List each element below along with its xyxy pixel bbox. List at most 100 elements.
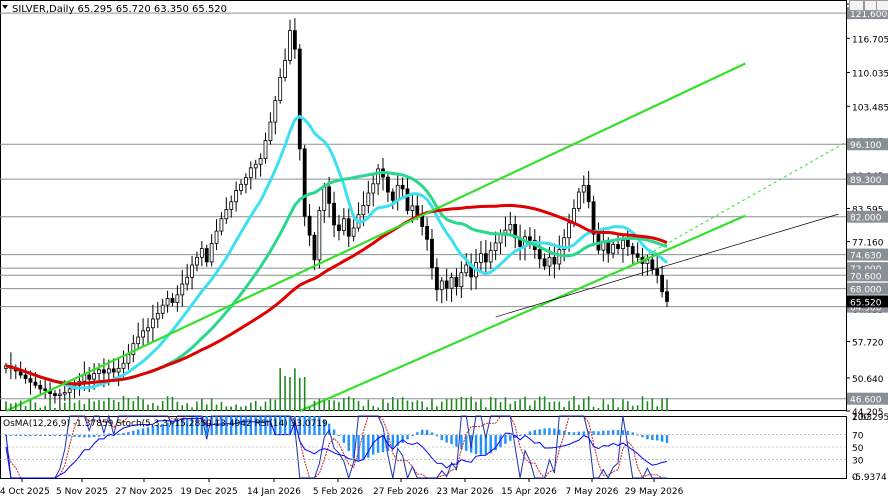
volume-bar <box>171 396 174 411</box>
volume-bar <box>416 400 419 411</box>
x-tick-label: 15 Apr 2026 <box>501 487 557 497</box>
volume-bar <box>548 401 551 411</box>
candle-body <box>28 378 33 383</box>
candle-body <box>366 192 371 206</box>
candle-body <box>332 202 336 226</box>
volume-bar <box>568 400 570 411</box>
x-tick-label: 27 Nov 2025 <box>115 487 173 497</box>
volume-bar <box>152 402 154 411</box>
candle-body <box>234 190 239 203</box>
chart-window: 123.375116.705110.035103.48596.81590.145… <box>0 0 888 498</box>
osma-bar <box>34 435 37 437</box>
candle-body <box>606 240 611 254</box>
osma-bar <box>102 435 106 437</box>
volume-bar <box>191 407 193 411</box>
candle-body <box>528 236 532 241</box>
volume-bar <box>245 405 247 411</box>
volume-bar <box>318 398 321 411</box>
x-tick-label: 14 Jan 2026 <box>247 487 301 497</box>
osma-bar <box>14 435 17 437</box>
volume-bar <box>137 396 139 411</box>
volume-bar <box>201 398 203 411</box>
osma-bar <box>88 435 91 438</box>
candle-body <box>209 243 214 263</box>
volume-bar <box>83 404 86 411</box>
osma-bar <box>9 435 13 437</box>
volume-bar <box>24 406 27 411</box>
volume-bar <box>284 375 286 411</box>
channel-line <box>299 214 746 413</box>
candle-body <box>106 368 111 374</box>
osma-bar <box>39 435 42 437</box>
price-level-label: 121.600 <box>850 10 887 20</box>
candle-body <box>87 374 92 380</box>
osma-bar <box>445 435 448 443</box>
volume-bar <box>10 403 12 411</box>
volume-bar <box>401 397 404 411</box>
volume-bar <box>573 396 575 411</box>
minimize-button[interactable] <box>849 0 864 11</box>
osma-bar <box>141 428 145 436</box>
osma-bar <box>425 429 429 436</box>
candle-body <box>508 224 513 231</box>
volume-bar <box>396 399 399 411</box>
price-level-label: 96.100 <box>850 141 882 151</box>
osma-bar <box>92 435 96 438</box>
candle-body <box>160 304 165 314</box>
candle-body <box>116 367 121 373</box>
candle-body <box>395 184 400 201</box>
volume-bar <box>122 396 125 411</box>
volume-bar <box>196 401 198 411</box>
volume-bar <box>445 399 448 411</box>
volume-bar <box>230 406 233 411</box>
volume-bar <box>250 402 252 411</box>
candle-body <box>479 253 483 263</box>
y-tick-label: 50.640 <box>852 375 884 385</box>
price-level-label: 89.300 <box>850 176 882 186</box>
osma-bar <box>53 435 57 437</box>
volume-bar <box>117 401 120 411</box>
candle-body <box>224 209 229 220</box>
candle-body <box>165 298 170 306</box>
close-button[interactable] <box>876 0 888 11</box>
candle-body <box>146 327 150 332</box>
volume-bar <box>411 401 414 411</box>
volume-bar <box>666 398 668 411</box>
osma-bar <box>543 428 546 436</box>
candle-body <box>542 258 547 267</box>
volume-bar <box>514 401 517 411</box>
volume-bar <box>210 398 213 411</box>
volume-bar <box>34 402 37 411</box>
indicator-y-tick-label: 50 <box>852 444 864 454</box>
osma-bar <box>367 435 370 458</box>
candle-body <box>376 168 381 185</box>
candle-body <box>410 205 415 211</box>
volume-bar <box>450 398 453 411</box>
volume-bar <box>636 405 639 411</box>
osma-bar <box>24 435 27 437</box>
volume-bar <box>529 405 531 411</box>
osma-bar <box>504 435 507 444</box>
volume-bar <box>343 398 345 411</box>
osma-bar <box>337 435 341 437</box>
indicator-y-tick-label: 30 <box>852 456 864 466</box>
volume-bar <box>485 407 487 411</box>
volume-bar <box>161 401 164 411</box>
volume-bar <box>279 368 281 411</box>
volume-bar <box>607 404 610 411</box>
candle-body <box>616 244 620 249</box>
candle-body <box>317 210 322 261</box>
volume-bar <box>578 404 580 411</box>
volume-bar <box>431 398 433 411</box>
volume-bar <box>29 399 32 411</box>
y-tick-label: 77.160 <box>852 239 884 249</box>
candle-body <box>278 76 283 101</box>
osma-bar <box>577 431 581 436</box>
volume-bar <box>269 398 272 411</box>
y-tick-label: 103.485 <box>852 103 888 113</box>
volume-bar <box>298 377 301 411</box>
ma-mid-line <box>5 170 668 386</box>
candle-body <box>635 253 640 258</box>
x-tick-label: 7 May 2026 <box>566 487 619 497</box>
candle-body <box>150 318 155 329</box>
